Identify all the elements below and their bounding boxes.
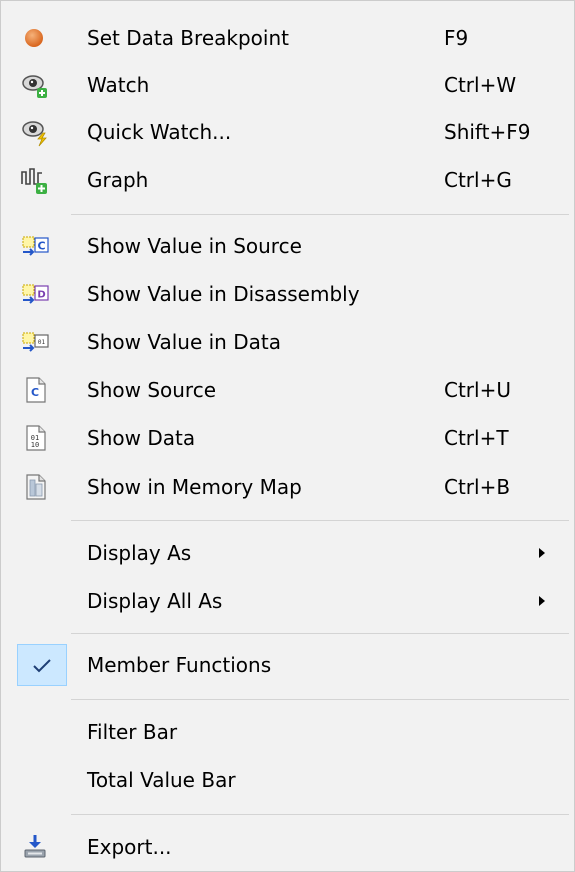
menu-item-label: Show Source bbox=[87, 378, 217, 402]
show-value-source-icon: C bbox=[19, 230, 51, 262]
separator bbox=[71, 699, 569, 700]
shortcut-text: Ctrl+U bbox=[444, 378, 511, 402]
svg-text:D: D bbox=[37, 290, 45, 301]
menu-item-set-data-breakpoint[interactable]: Set Data Breakpoint F9 bbox=[1, 15, 574, 61]
menu-item-label: Show in Memory Map bbox=[87, 475, 302, 499]
shortcut-text: F9 bbox=[444, 26, 469, 50]
context-menu: Set Data Breakpoint F9 Watch Ctrl+W Quic… bbox=[0, 0, 575, 872]
show-value-data-icon: 01 bbox=[19, 326, 51, 358]
svg-text:C: C bbox=[37, 240, 45, 253]
menu-item-show-source[interactable]: C Show Source Ctrl+U bbox=[1, 367, 574, 413]
menu-item-show-in-memory-map[interactable]: Show in Memory Map Ctrl+B bbox=[1, 464, 574, 510]
menu-item-total-value-bar[interactable]: Total Value Bar bbox=[1, 757, 574, 803]
menu-item-label: Total Value Bar bbox=[87, 768, 236, 792]
memory-map-icon bbox=[19, 471, 51, 503]
data-file-icon: 01 10 bbox=[19, 422, 51, 454]
menu-item-label: Display All As bbox=[87, 589, 223, 613]
menu-item-label: Show Value in Data bbox=[87, 330, 281, 354]
breakpoint-icon bbox=[19, 22, 51, 54]
menu-item-label: Show Value in Source bbox=[87, 234, 302, 258]
menu-item-export[interactable]: Export... bbox=[1, 824, 574, 870]
menu-item-label: Watch bbox=[87, 73, 150, 97]
menu-item-display-all-as[interactable]: Display All As bbox=[1, 578, 574, 624]
menu-item-label: Graph bbox=[87, 168, 149, 192]
menu-item-label: Display As bbox=[87, 541, 192, 565]
svg-text:01: 01 bbox=[38, 339, 46, 346]
menu-item-graph[interactable]: Graph Ctrl+G bbox=[1, 157, 574, 203]
check-highlight bbox=[17, 644, 67, 686]
separator bbox=[71, 633, 569, 634]
shortcut-text: Ctrl+B bbox=[444, 475, 511, 499]
separator bbox=[71, 520, 569, 521]
menu-item-watch[interactable]: Watch Ctrl+W bbox=[1, 62, 574, 108]
menu-item-quick-watch[interactable]: Quick Watch... Shift+F9 bbox=[1, 109, 574, 155]
separator bbox=[71, 214, 569, 215]
graph-icon bbox=[19, 164, 51, 196]
menu-item-show-value-in-disassembly[interactable]: D Show Value in Disassembly bbox=[1, 271, 574, 317]
menu-item-member-functions[interactable]: Member Functions bbox=[1, 642, 574, 688]
quick-watch-icon bbox=[19, 116, 51, 148]
svg-text:10: 10 bbox=[31, 441, 39, 449]
watch-icon bbox=[19, 69, 51, 101]
menu-item-label: Member Functions bbox=[87, 653, 272, 677]
menu-item-label: Set Data Breakpoint bbox=[87, 26, 289, 50]
export-icon bbox=[19, 831, 51, 863]
svg-text:C: C bbox=[31, 386, 39, 399]
menu-item-label: Quick Watch... bbox=[87, 120, 232, 144]
separator bbox=[71, 814, 569, 815]
submenu-arrow-icon bbox=[539, 548, 545, 558]
shortcut-text: Ctrl+G bbox=[444, 168, 512, 192]
source-file-icon: C bbox=[19, 374, 51, 406]
shortcut-text: Ctrl+W bbox=[444, 73, 517, 97]
menu-item-show-value-in-source[interactable]: C Show Value in Source bbox=[1, 223, 574, 269]
shortcut-text: Shift+F9 bbox=[444, 120, 531, 144]
menu-item-label: Show Data bbox=[87, 426, 196, 450]
show-value-disassembly-icon: D bbox=[19, 278, 51, 310]
submenu-arrow-icon bbox=[539, 596, 545, 606]
menu-item-label: Export... bbox=[87, 835, 172, 859]
shortcut-text: Ctrl+T bbox=[444, 426, 509, 450]
menu-item-label: Filter Bar bbox=[87, 720, 178, 744]
menu-item-filter-bar[interactable]: Filter Bar bbox=[1, 709, 574, 755]
menu-item-label: Show Value in Disassembly bbox=[87, 282, 360, 306]
menu-item-show-value-in-data[interactable]: 01 Show Value in Data bbox=[1, 319, 574, 365]
menu-item-display-as[interactable]: Display As bbox=[1, 530, 574, 576]
menu-item-show-data[interactable]: 01 10 Show Data Ctrl+T bbox=[1, 415, 574, 461]
